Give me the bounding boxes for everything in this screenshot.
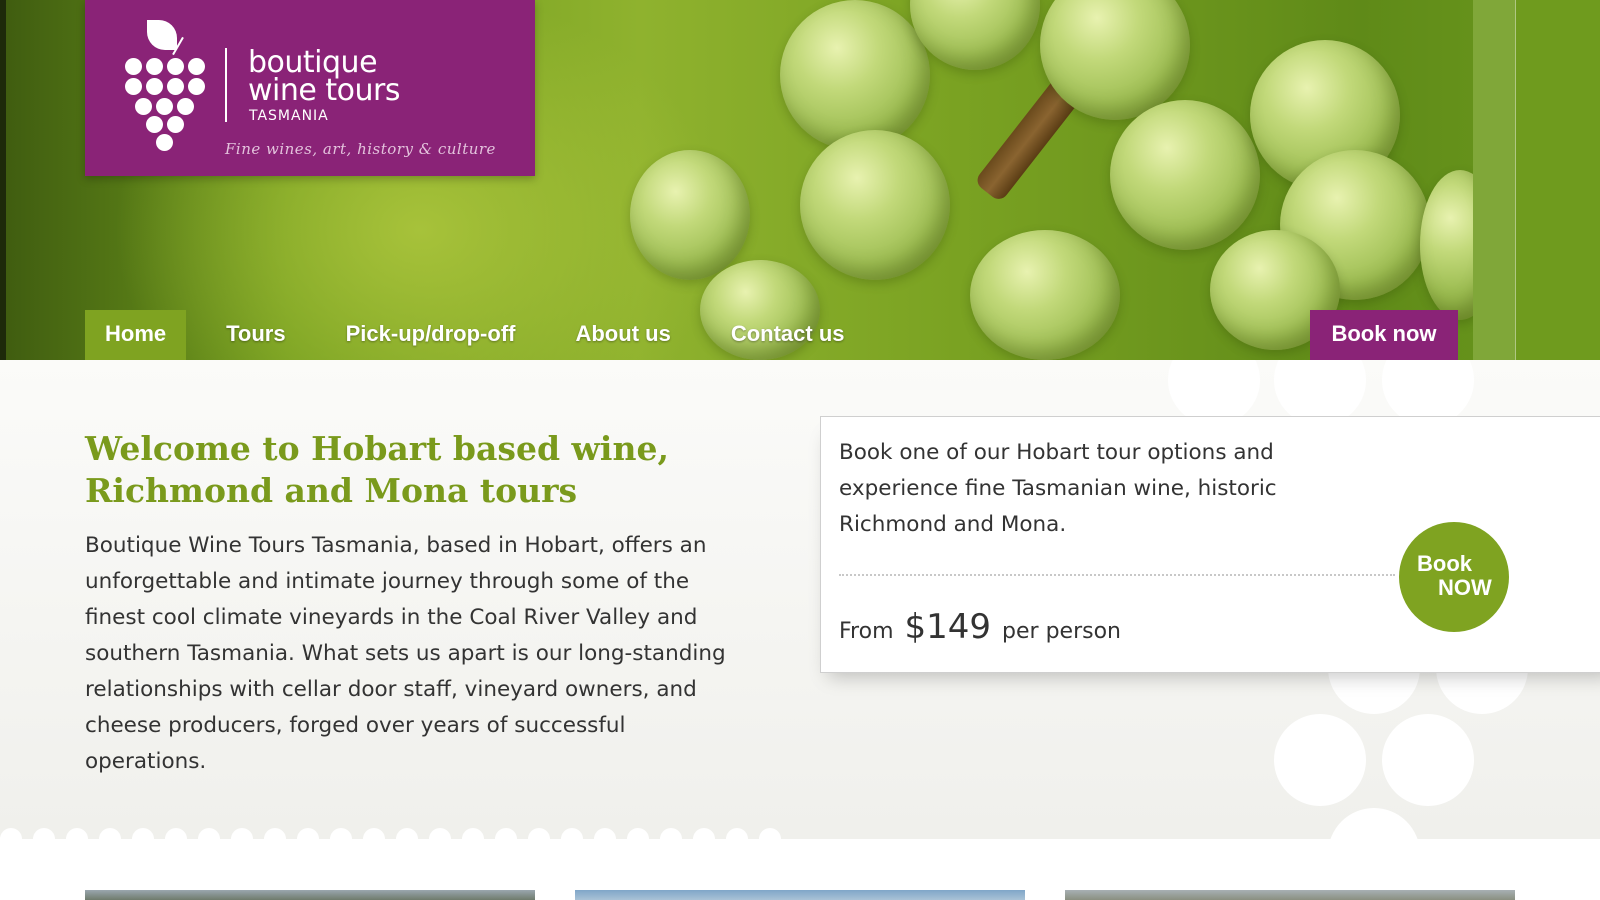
grape: [910, 0, 1040, 70]
logo-divider: [225, 48, 227, 122]
tour-thumbnail[interactable]: [575, 890, 1025, 900]
scallop-edge: [0, 828, 800, 839]
book-circle-line1: Book: [1417, 551, 1472, 576]
price-from-label: From: [839, 619, 894, 644]
booking-card: Book one of our Hobart tour options and …: [820, 416, 1600, 673]
grape: [630, 150, 750, 280]
hero-right-band: [1473, 0, 1600, 360]
grape: [1110, 100, 1260, 250]
book-now-circle-button[interactable]: Book NOW: [1399, 522, 1509, 632]
logo-region: TASMANIA: [249, 108, 329, 124]
tour-thumbnail[interactable]: [1065, 890, 1515, 900]
grape: [780, 0, 930, 150]
booking-text: Book one of our Hobart tour options and …: [839, 440, 1277, 537]
dotted-divider: [839, 574, 1395, 576]
nav-item-contact-us[interactable]: Contact us: [711, 310, 865, 360]
page-title: Welcome to Hobart based wine, Richmond a…: [85, 429, 669, 510]
decorative-circle: [1382, 714, 1474, 806]
main-nav: Home Tours Pick-up/drop-off About us Con…: [85, 310, 885, 360]
hero-banner: boutique wine tours TASMANIA Fine wines,…: [0, 0, 1600, 360]
logo-tagline: Fine wines, art, history & culture: [225, 140, 496, 158]
price-per-label: per person: [1002, 619, 1121, 644]
grape-cluster-icon: [125, 20, 207, 152]
hero-edge: [0, 0, 6, 360]
welcome-section: Welcome to Hobart based wine, Richmond a…: [0, 360, 1600, 839]
logo-name-line2: wine tours: [248, 73, 400, 108]
price-row: From $149 per person: [839, 607, 1121, 647]
nav-item-home[interactable]: Home: [85, 310, 187, 360]
price-value: $149: [904, 607, 992, 647]
decorative-circle: [1274, 714, 1366, 806]
book-circle-line2: NOW: [1438, 575, 1492, 600]
nav-item-about-us[interactable]: About us: [555, 310, 690, 360]
nav-item-tours[interactable]: Tours: [206, 310, 305, 360]
book-now-button[interactable]: Book now: [1310, 310, 1458, 360]
decorative-circle: [1328, 808, 1420, 839]
nav-item-pickup-dropoff[interactable]: Pick-up/drop-off: [326, 310, 536, 360]
grape: [970, 230, 1120, 360]
site-logo[interactable]: boutique wine tours TASMANIA Fine wines,…: [85, 0, 535, 176]
intro-paragraph: Boutique Wine Tours Tasmania, based in H…: [85, 533, 726, 774]
grape: [800, 130, 950, 280]
tour-thumbnail[interactable]: [85, 890, 535, 900]
